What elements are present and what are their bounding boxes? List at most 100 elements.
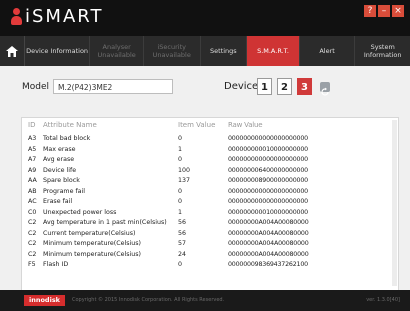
table-row: AB Programe fail 0 000000000000000000000 bbox=[22, 187, 398, 197]
footer: innodisk Copyright © 2015 Innodisk Corpo… bbox=[0, 290, 410, 311]
attribute-name: Device life bbox=[43, 166, 77, 174]
title-bar: iSMART ? – × bbox=[0, 0, 410, 36]
table-row: A5 Max erase 1 000000000010000000000 bbox=[22, 145, 398, 155]
attribute-id: C2 bbox=[28, 240, 37, 247]
smart-panel: Model M.2(P42)3ME2 Device 1 2 3 ID Attri… bbox=[0, 66, 410, 291]
attribute-id: A7 bbox=[28, 156, 37, 163]
item-value: 24 bbox=[178, 250, 187, 258]
model-field: M.2(P42)3ME2 bbox=[53, 79, 174, 94]
table-header: ID Attribute Name Item Value Raw Value bbox=[22, 121, 398, 132]
raw-value: 00000000A004A00080000 bbox=[228, 219, 309, 226]
attribute-name: Erase fail bbox=[43, 198, 73, 205]
device-3-button[interactable]: 3 bbox=[297, 78, 312, 95]
attribute-name: Avg temperature in 1 past min(Celsius) bbox=[43, 219, 167, 226]
table-row: AC Erase fail 0 000000000000000000000 bbox=[22, 197, 398, 207]
attribute-name: Flash ID bbox=[43, 261, 69, 268]
table-row: C2 Avg temperature in 1 past min(Celsius)… bbox=[22, 218, 398, 228]
attribute-id: C2 bbox=[28, 250, 37, 258]
item-value: 56 bbox=[178, 219, 187, 226]
device-1-button[interactable]: 1 bbox=[257, 78, 272, 95]
attribute-name: Unexpected power loss bbox=[43, 208, 117, 216]
raw-value: 000000000000000000000 bbox=[228, 156, 308, 163]
item-value: 0 bbox=[178, 156, 183, 163]
home-icon bbox=[5, 45, 18, 57]
attribute-id: C2 bbox=[28, 219, 37, 226]
table-row: C2 Minimum temperature(Celsius) 24 00000000… bbox=[22, 250, 398, 260]
attribute-name: Programe fail bbox=[43, 187, 86, 195]
table-scrollbar[interactable] bbox=[392, 120, 397, 286]
version-text: ver. 1.3.0[40] bbox=[366, 297, 400, 303]
table-row: A7 Avg erase 0 000000000000000000000 bbox=[22, 155, 398, 165]
tab-smart[interactable]: S.M.A.R.T. bbox=[247, 36, 300, 66]
table-row: C2 Current temperature(Celsius) 56 00000000… bbox=[22, 229, 398, 239]
attribute-id: F5 bbox=[28, 261, 36, 268]
model-label: Model bbox=[22, 81, 50, 92]
item-value: 0 bbox=[178, 187, 183, 195]
attribute-id: C0 bbox=[28, 208, 37, 216]
app-logo: iSMART bbox=[10, 6, 103, 27]
window-controls: ? – × bbox=[364, 5, 404, 17]
attribute-name: Minimum temperature(Celsius) bbox=[43, 240, 141, 247]
item-value: 1 bbox=[178, 208, 183, 216]
attribute-name: Avg erase bbox=[43, 156, 75, 163]
item-value: 57 bbox=[178, 240, 187, 247]
table-row: A9 Device life 100 000000006400000000000 bbox=[22, 166, 398, 176]
tab-analyser: Analyser Unavailable bbox=[90, 36, 144, 66]
table-row: AA Spare block 137 000000008900000000000 bbox=[22, 176, 398, 186]
attribute-id: A5 bbox=[28, 145, 37, 153]
attribute-id: AB bbox=[28, 187, 37, 195]
attribute-name: Current temperature(Celsius) bbox=[43, 229, 136, 237]
raw-value: 00000000A004A00080000 bbox=[228, 240, 309, 247]
table-row: C2 Minimum temperature(Celsius) 57 00000000… bbox=[22, 239, 398, 249]
attribute-name: Minimum temperature(Celsius) bbox=[43, 250, 141, 258]
tab-isecurity: iSecurity Unavailable bbox=[144, 36, 201, 66]
header-raw-value: Raw Value bbox=[228, 121, 263, 129]
tab-device-information[interactable]: Device Information bbox=[25, 36, 91, 66]
table-row: F5 Flash ID 0 000000098369437262100 bbox=[22, 260, 398, 270]
tab-settings[interactable]: Settings bbox=[201, 36, 248, 66]
raw-value: 000000006400000000000 bbox=[228, 166, 308, 174]
attribute-id: AC bbox=[28, 198, 37, 205]
raw-value: 000000000000000000000 bbox=[228, 187, 308, 195]
app-title: iSMART bbox=[25, 6, 104, 27]
raw-value: 000000000010000000000 bbox=[228, 208, 308, 216]
close-button[interactable]: × bbox=[392, 5, 404, 17]
device-2-button[interactable]: 2 bbox=[277, 78, 292, 95]
raw-value: 000000008900000000000 bbox=[228, 177, 308, 184]
item-value: 137 bbox=[178, 177, 191, 184]
smart-table: ID Attribute Name Item Value Raw Value A… bbox=[21, 117, 399, 291]
header-item-value: Item Value bbox=[178, 121, 216, 129]
attribute-id: C2 bbox=[28, 229, 37, 237]
raw-value: 000000000000000000000 bbox=[228, 198, 308, 205]
attribute-name: Max erase bbox=[43, 145, 76, 153]
table-row: A3 Total bad block 0 000000000000000000000 bbox=[22, 134, 398, 144]
attribute-id: A3 bbox=[28, 135, 37, 142]
raw-value: 00000000A004A00080000 bbox=[228, 250, 309, 258]
model-row: Model M.2(P42)3ME2 bbox=[22, 79, 174, 94]
home-button[interactable] bbox=[0, 36, 25, 66]
main-nav: Device Information Analyser Unavailable … bbox=[0, 36, 410, 66]
user-icon bbox=[10, 7, 22, 27]
raw-value: 000000000010000000000 bbox=[228, 145, 308, 153]
tab-alert[interactable]: Alert bbox=[300, 36, 356, 66]
attribute-name: Total bad block bbox=[43, 135, 91, 142]
item-value: 0 bbox=[178, 261, 183, 268]
attribute-name: Spare block bbox=[43, 177, 80, 184]
refresh-icon[interactable] bbox=[320, 82, 330, 96]
raw-value: 000000098369437262100 bbox=[228, 261, 308, 268]
raw-value: 000000000000000000000 bbox=[228, 135, 308, 142]
brand-logo: innodisk bbox=[24, 295, 65, 306]
minimize-button[interactable]: – bbox=[378, 5, 390, 17]
tab-system-information[interactable]: System Information bbox=[355, 36, 410, 66]
item-value: 1 bbox=[178, 145, 183, 153]
device-label: Device bbox=[224, 81, 259, 92]
item-value: 0 bbox=[178, 135, 183, 142]
copyright-text: Copyright © 2015 Innodisk Corporation. A… bbox=[72, 297, 225, 303]
header-attribute-name: Attribute Name bbox=[43, 121, 97, 129]
item-value: 100 bbox=[178, 166, 191, 174]
header-id: ID bbox=[28, 121, 36, 129]
attribute-id: AA bbox=[28, 177, 37, 184]
attribute-id: A9 bbox=[28, 166, 37, 174]
table-row: C0 Unexpected power loss 1 0000000000100000… bbox=[22, 208, 398, 218]
help-button[interactable]: ? bbox=[364, 5, 376, 17]
